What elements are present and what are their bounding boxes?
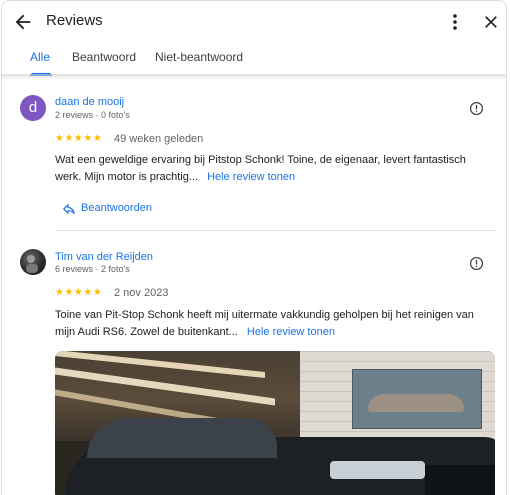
star-rating: ★★★★★ [55, 287, 103, 298]
tab-bar: Alle Beantwoord Niet-beantwoord [2, 43, 506, 76]
photo-car [55, 413, 495, 495]
show-full-review-link[interactable]: Hele review tonen [207, 171, 295, 183]
review-text: Toine van Pit-Stop Schonk heeft mij uite… [55, 307, 485, 340]
photo-car-grille [425, 465, 495, 495]
close-icon[interactable] [481, 12, 501, 32]
reply-label: Beantwoorden [81, 202, 152, 214]
report-icon[interactable] [469, 256, 484, 271]
avatar[interactable]: d [20, 95, 46, 121]
star-rating: ★★★★★ [55, 133, 103, 144]
avatar[interactable] [20, 249, 46, 275]
reply-icon [62, 203, 75, 215]
photo-car-windows [87, 418, 277, 458]
tab-all[interactable]: Alle [30, 50, 50, 64]
header: Reviews [2, 1, 506, 41]
reviews-panel: Reviews Alle Beantwoord Niet-beantwoord … [1, 0, 507, 495]
divider [55, 230, 495, 231]
photo-poster-car [368, 394, 464, 412]
reviewer-meta: 2 reviews · 0 foto's [55, 110, 130, 120]
review-text: Wat een geweldige ervaring bij Pitstop S… [55, 152, 485, 185]
reviewer-name[interactable]: Tim van der Reijden [55, 251, 153, 263]
avatar-photo-icon [26, 255, 38, 273]
review-date: 49 weken geleden [114, 133, 204, 145]
report-icon[interactable] [469, 101, 484, 116]
tabs-shadow [2, 74, 506, 80]
review-date: 2 nov 2023 [114, 287, 169, 299]
page-title: Reviews [46, 12, 103, 29]
arrow-back-icon[interactable] [12, 11, 34, 33]
photo-car-headlight [330, 461, 425, 479]
tab-answered[interactable]: Beantwoord [72, 50, 136, 64]
tab-unanswered[interactable]: Niet-beantwoord [155, 50, 243, 64]
reviewer-name[interactable]: daan de mooij [55, 96, 124, 108]
show-full-review-link[interactable]: Hele review tonen [247, 326, 335, 338]
more-vert-icon[interactable] [447, 11, 463, 33]
review-photo[interactable] [55, 351, 495, 495]
reviewer-meta: 6 reviews · 2 foto's [55, 264, 130, 274]
